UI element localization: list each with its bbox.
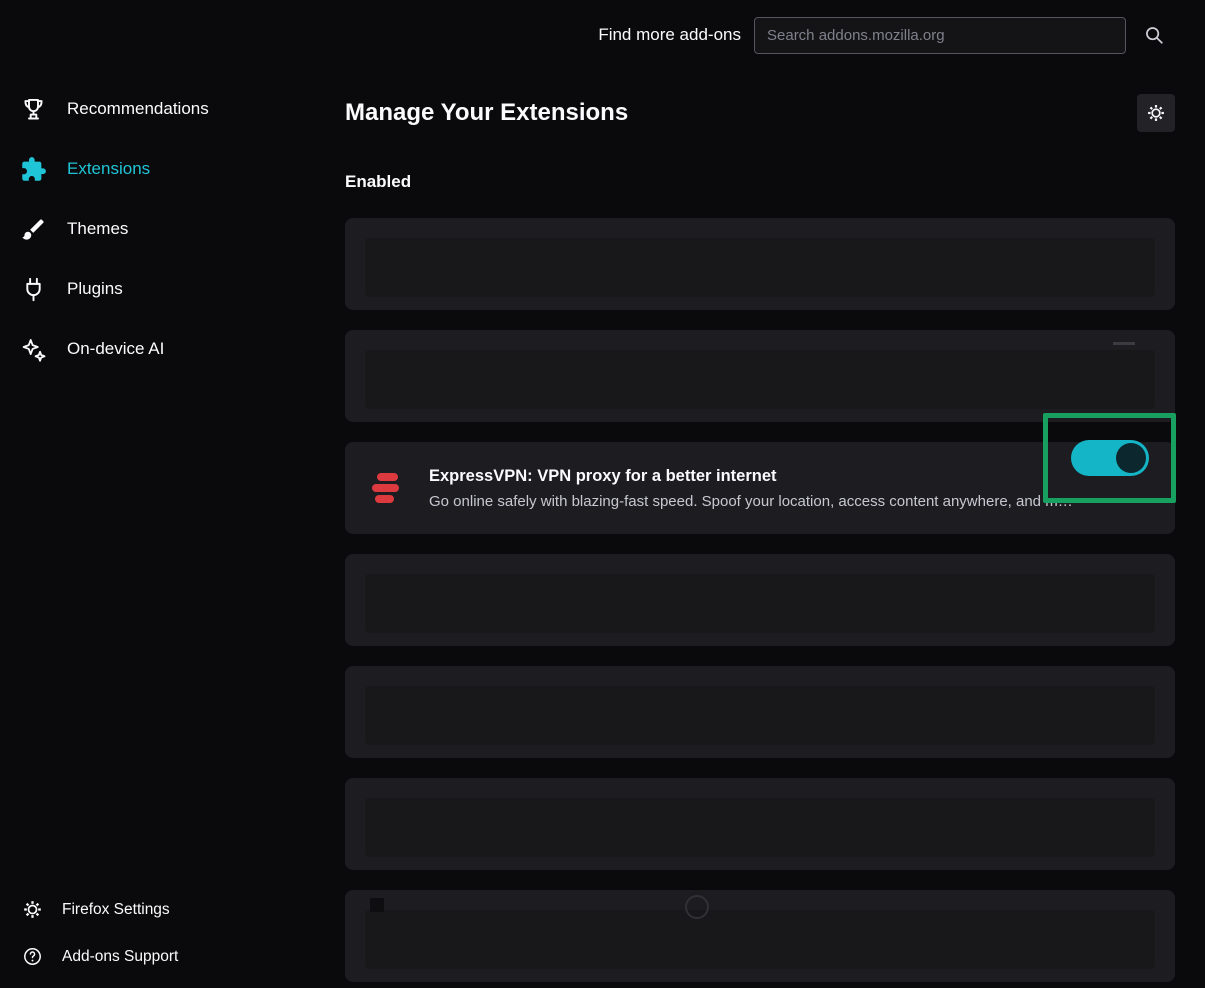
redacted-content (365, 910, 1155, 969)
sidebar-item-label: Firefox Settings (62, 901, 170, 919)
page-title: Manage Your Extensions (345, 94, 1175, 132)
sidebar-item-themes[interactable]: Themes (0, 199, 345, 259)
extension-name-link[interactable]: ExpressVPN: VPN proxy for a better inter… (429, 467, 1155, 486)
extension-card-redacted[interactable] (345, 666, 1175, 758)
topbar: Find more add-ons (0, 0, 1205, 70)
sidebar-item-on-device-ai[interactable]: On-device AI (0, 319, 345, 379)
search-button[interactable] (1141, 22, 1167, 48)
sidebar-item-recommendations[interactable]: Recommendations (0, 79, 345, 139)
expressvpn-enabled-toggle[interactable] (1071, 440, 1149, 476)
extensions-options-button[interactable] (1137, 94, 1175, 132)
sidebar-item-label: Extensions (67, 159, 150, 179)
sparkle-icon (20, 336, 47, 363)
redacted-dash (1113, 342, 1135, 345)
sidebar-item-plugins[interactable]: Plugins (0, 259, 345, 319)
sidebar-item-label: Add-ons Support (62, 948, 178, 966)
sidebar-item-label: Plugins (67, 279, 123, 299)
extension-text: ExpressVPN: VPN proxy for a better inter… (429, 467, 1155, 510)
sidebar-item-label: On-device AI (67, 339, 164, 359)
extension-card-redacted[interactable] (345, 218, 1175, 310)
gear-icon (22, 899, 43, 920)
expressvpn-logo-icon (365, 467, 407, 509)
extension-card-redacted[interactable] (345, 330, 1175, 422)
main-header: Manage Your Extensions (345, 94, 1175, 132)
sidebar: Recommendations Extensions Themes (0, 70, 345, 988)
puzzle-icon (20, 156, 47, 183)
plug-icon (20, 276, 47, 303)
redacted-square (370, 898, 384, 912)
extensions-list: ExpressVPN: VPN proxy for a better inter… (345, 218, 1175, 982)
redacted-content (365, 686, 1155, 745)
question-icon (22, 946, 43, 967)
redacted-circle (685, 895, 709, 919)
redacted-content (365, 574, 1155, 633)
extension-card-redacted[interactable] (345, 778, 1175, 870)
sidebar-nav: Recommendations Extensions Themes (0, 70, 345, 379)
sidebar-item-label: Recommendations (67, 99, 209, 119)
redacted-content (365, 350, 1155, 409)
main-content: Manage Your Extensions Enabled (345, 70, 1205, 988)
sidebar-item-label: Themes (67, 219, 128, 239)
find-more-addons-label: Find more add-ons (598, 25, 741, 45)
sidebar-item-addons-support[interactable]: Add-ons Support (0, 933, 345, 980)
trophy-icon (20, 96, 47, 123)
redacted-content (365, 238, 1155, 297)
extension-card-expressvpn[interactable]: ExpressVPN: VPN proxy for a better inter… (345, 442, 1175, 534)
search-input[interactable] (754, 17, 1126, 54)
extension-description: Go online safely with blazing-fast speed… (429, 493, 1155, 510)
enabled-section-heading: Enabled (345, 172, 1175, 192)
toggle-knob (1116, 443, 1146, 473)
gear-icon (1146, 103, 1166, 123)
redacted-content (365, 798, 1155, 857)
extension-card-redacted[interactable] (345, 890, 1175, 982)
search-icon (1143, 24, 1165, 46)
paintbrush-icon (20, 216, 47, 243)
sidebar-footer: Firefox Settings Add-ons Support (0, 886, 345, 980)
sidebar-item-firefox-settings[interactable]: Firefox Settings (0, 886, 345, 933)
extension-card-redacted[interactable] (345, 554, 1175, 646)
sidebar-item-extensions[interactable]: Extensions (0, 139, 345, 199)
addons-manager-page: Find more add-ons (0, 0, 1205, 988)
